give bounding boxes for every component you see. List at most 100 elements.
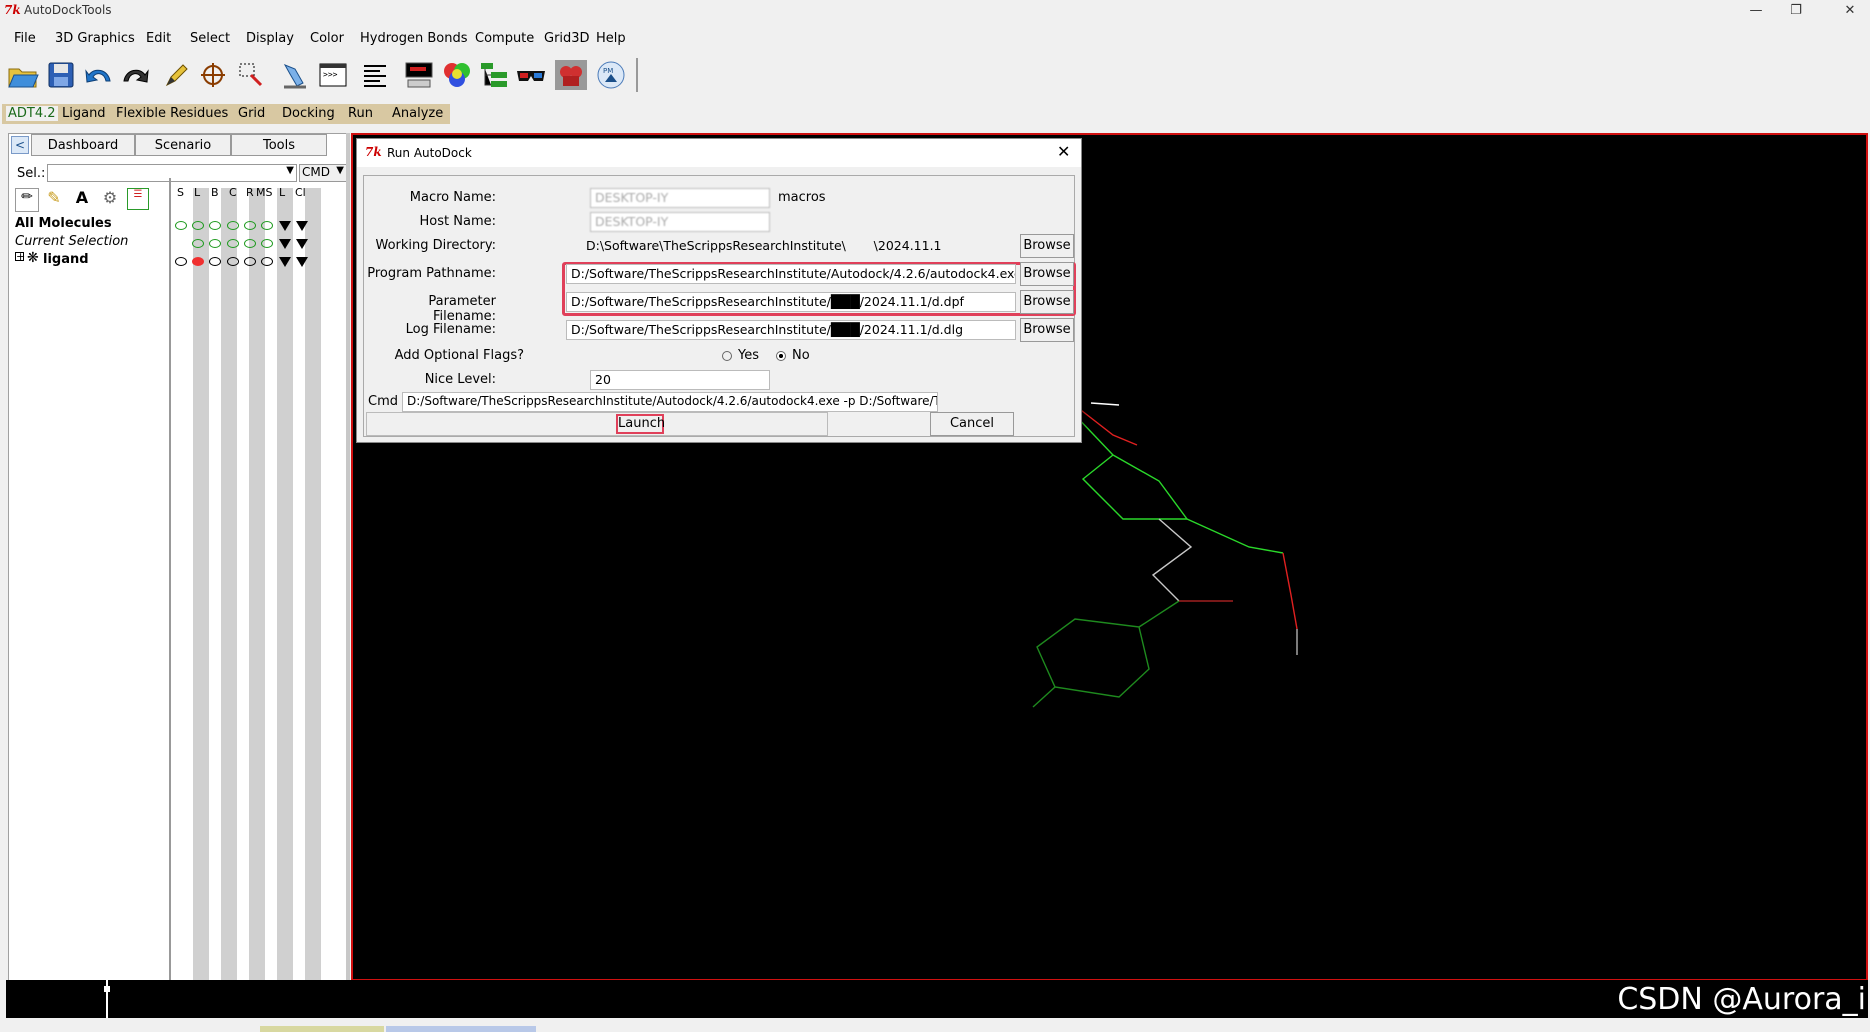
menu-triangle-icon[interactable] [296,239,308,249]
parameter-filename-field[interactable]: D:/Software/TheScrippsResearchInstitute/… [566,292,1016,312]
selection-input[interactable]: ▼ [47,164,297,182]
pencil-icon[interactable] [160,58,194,92]
browse-log-button[interactable]: Browse [1020,318,1074,342]
ruler-icon[interactable]: ☰ [127,188,149,210]
toolbar-divider [636,58,638,92]
stereo-glasses-icon[interactable] [514,58,548,92]
dropdown-arrow-icon[interactable]: ▼ [286,165,294,176]
launch-button[interactable]: Launch [616,414,665,434]
column-stripe [221,188,237,981]
close-icon[interactable]: ✕ [1830,0,1870,22]
expand-icon[interactable]: + [15,251,25,262]
minimize-icon[interactable]: — [1736,0,1776,22]
browse-parameter-button[interactable]: Browse [1020,290,1074,314]
undo-icon[interactable] [82,58,116,92]
toggle-circle[interactable] [244,257,256,266]
command-line-area[interactable] [6,980,1868,1018]
menu-triangle-icon[interactable] [279,239,291,249]
menu-triangle-icon[interactable] [296,257,308,267]
python-shell-icon[interactable]: >>> [316,58,350,92]
toggle-circle[interactable] [244,221,256,230]
menu-triangle-icon[interactable] [279,221,291,231]
toggle-circle[interactable] [175,221,187,230]
restore-icon[interactable]: ❐ [1776,0,1816,22]
toggle-circle[interactable] [209,257,221,266]
row-all-molecules[interactable]: All Molecules [15,216,112,231]
host-name-field[interactable]: DESKTOP-IY [590,212,770,232]
module-run[interactable]: Run [348,106,373,121]
tab-scenario[interactable]: Scenario [135,134,231,156]
pmv-logo-icon[interactable]: PM [594,58,628,92]
cmd-select[interactable]: CMD ▼ [299,164,347,182]
collapse-icon[interactable]: < [11,136,29,154]
menu-compute[interactable]: Compute [475,28,534,49]
module-docking[interactable]: Docking [282,106,335,121]
row-current-selection[interactable]: Current Selection [15,234,128,249]
menu-select[interactable]: Select [190,28,230,49]
log-filename-field[interactable]: D:/Software/TheScrippsResearchInstitute/… [566,320,1016,340]
cmd-field[interactable]: D:/Software/TheScrippsResearchInstitute/… [402,392,938,412]
pencil-icon[interactable]: ✎ [43,188,65,210]
cancel-button[interactable]: Cancel [930,412,1014,436]
menu-color[interactable]: Color [310,28,344,49]
menu-help[interactable]: Help [596,28,626,49]
toggle-circle[interactable] [261,257,273,266]
column-stripe [249,188,265,981]
macro-name-field[interactable]: DESKTOP-IY [590,188,770,208]
toggle-circle-active[interactable] [192,257,204,266]
align-text-icon[interactable] [358,58,392,92]
crosshair-icon[interactable] [196,58,230,92]
menu-3d-graphics[interactable]: 3D Graphics [55,28,135,49]
select-molecule-icon[interactable]: ✏ [15,188,39,212]
toggle-circle[interactable] [192,221,204,230]
movie-camera-icon[interactable] [554,58,588,92]
menu-triangle-icon[interactable] [279,257,291,267]
tab-dashboard[interactable]: Dashboard [31,134,135,156]
menu-triangle-icon[interactable] [296,221,308,231]
toggle-circle[interactable] [227,221,239,230]
program-pathname-field[interactable]: D:/Software/TheScrippsResearchInstitute/… [566,264,1016,284]
module-analyze[interactable]: Analyze [392,106,443,121]
select-region-icon[interactable] [234,58,268,92]
module-ligand[interactable]: Ligand [62,106,106,121]
module-adt[interactable]: ADT4.2 [6,106,58,121]
browse-program-button[interactable]: Browse [1020,262,1074,286]
browse-working-dir-button[interactable]: Browse [1020,234,1074,258]
panel-splitter[interactable] [346,133,350,981]
flags-yes-radio[interactable] [722,351,732,361]
dialog-close-icon[interactable]: ✕ [1057,142,1070,161]
label-icon[interactable]: A [71,188,93,210]
menu-edit[interactable]: Edit [146,28,171,49]
working-directory-label: Working Directory: [375,238,496,253]
menu-grid3d[interactable]: Grid3D [544,28,590,49]
toggle-circle[interactable] [261,221,273,230]
tree-view-icon[interactable] [478,58,512,92]
macro-name-label: Macro Name: [409,190,496,205]
flags-no-radio[interactable] [776,351,786,361]
color-cube-icon[interactable] [440,58,474,92]
save-icon[interactable] [44,58,78,92]
toggle-circle[interactable] [227,257,239,266]
open-folder-icon[interactable] [6,58,40,92]
dialog-body: Macro Name: DESKTOP-IY macros Host Name:… [363,175,1076,437]
toggle-circle[interactable] [209,239,221,248]
pointer-hand-icon[interactable] [278,58,312,92]
row-ligand[interactable]: ligand [43,252,89,267]
toggle-circle[interactable] [261,239,273,248]
toggle-circle[interactable] [192,239,204,248]
toggle-circle[interactable] [244,239,256,248]
nice-level-field[interactable]: 20 [590,370,770,390]
toggle-circle[interactable] [227,239,239,248]
monitor-icon[interactable] [402,58,436,92]
menu-display[interactable]: Display [246,28,294,49]
redo-icon[interactable] [118,58,152,92]
menu-hydrogen-bonds[interactable]: Hydrogen Bonds [360,28,468,49]
toggle-circle[interactable] [209,221,221,230]
module-grid[interactable]: Grid [238,106,265,121]
tab-tools[interactable]: Tools [231,134,327,156]
nice-level-label: Nice Level: [424,372,496,387]
module-flexible-residues[interactable]: Flexible Residues [116,106,228,121]
toggle-circle[interactable] [175,257,187,266]
gear-icon[interactable]: ⚙ [99,188,121,210]
menu-file[interactable]: File [14,28,36,49]
